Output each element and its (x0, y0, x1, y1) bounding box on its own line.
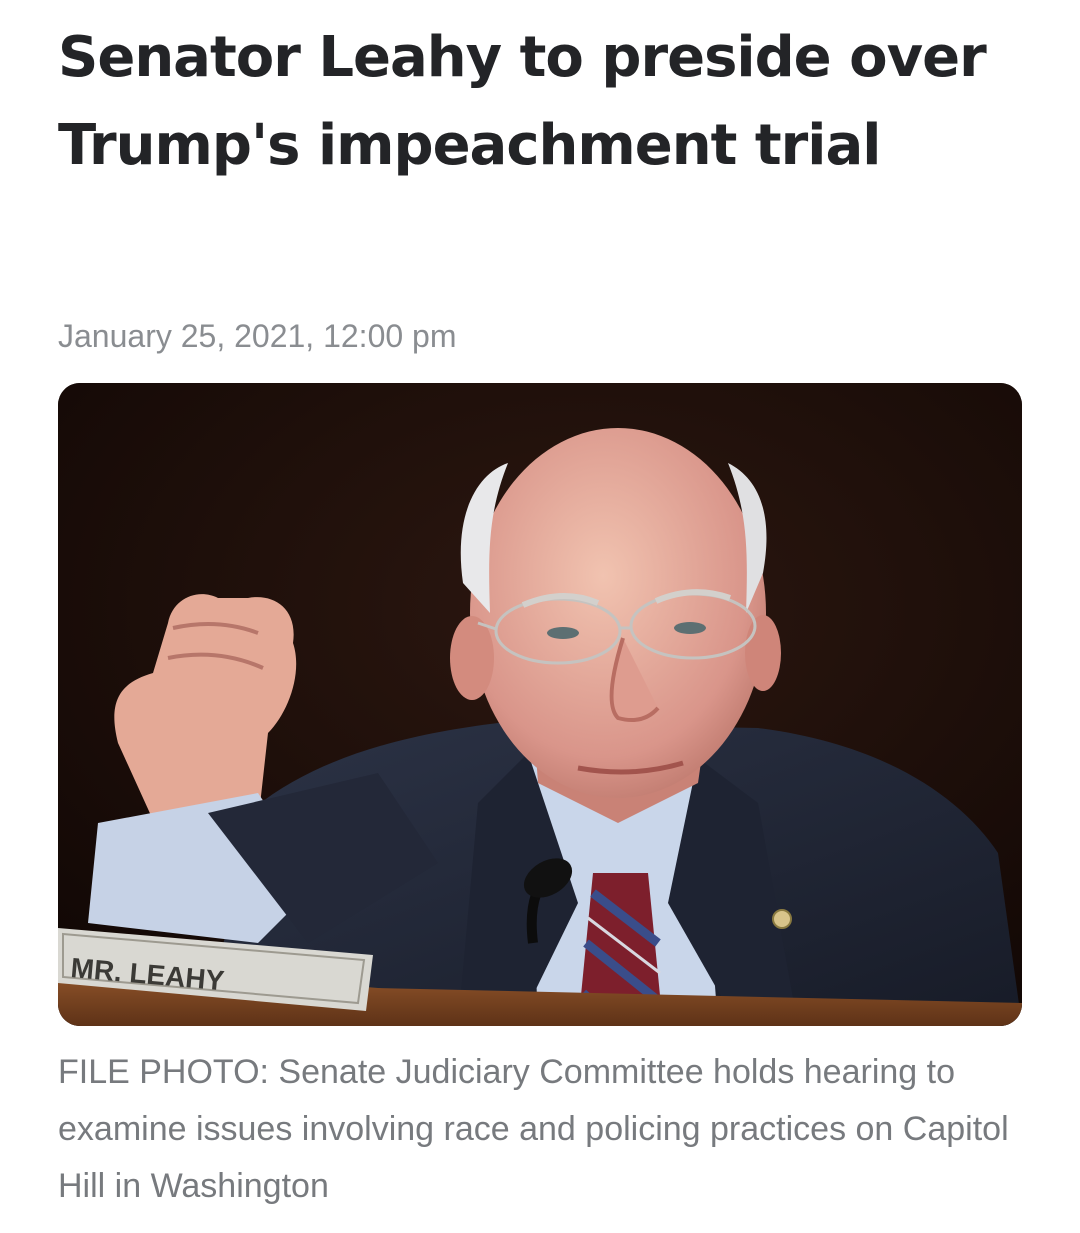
article-headline: Senator Leahy to preside over Trump's im… (58, 25, 987, 178)
article-photo[interactable]: MR. LEAHY (58, 383, 1022, 1026)
photo-caption: FILE PHOTO: Senate Judiciary Committee h… (58, 1053, 1009, 1205)
article-dateline: January 25, 2021, 12:00 pm (58, 318, 457, 354)
senator-photo-illustration: MR. LEAHY (58, 383, 1022, 1026)
